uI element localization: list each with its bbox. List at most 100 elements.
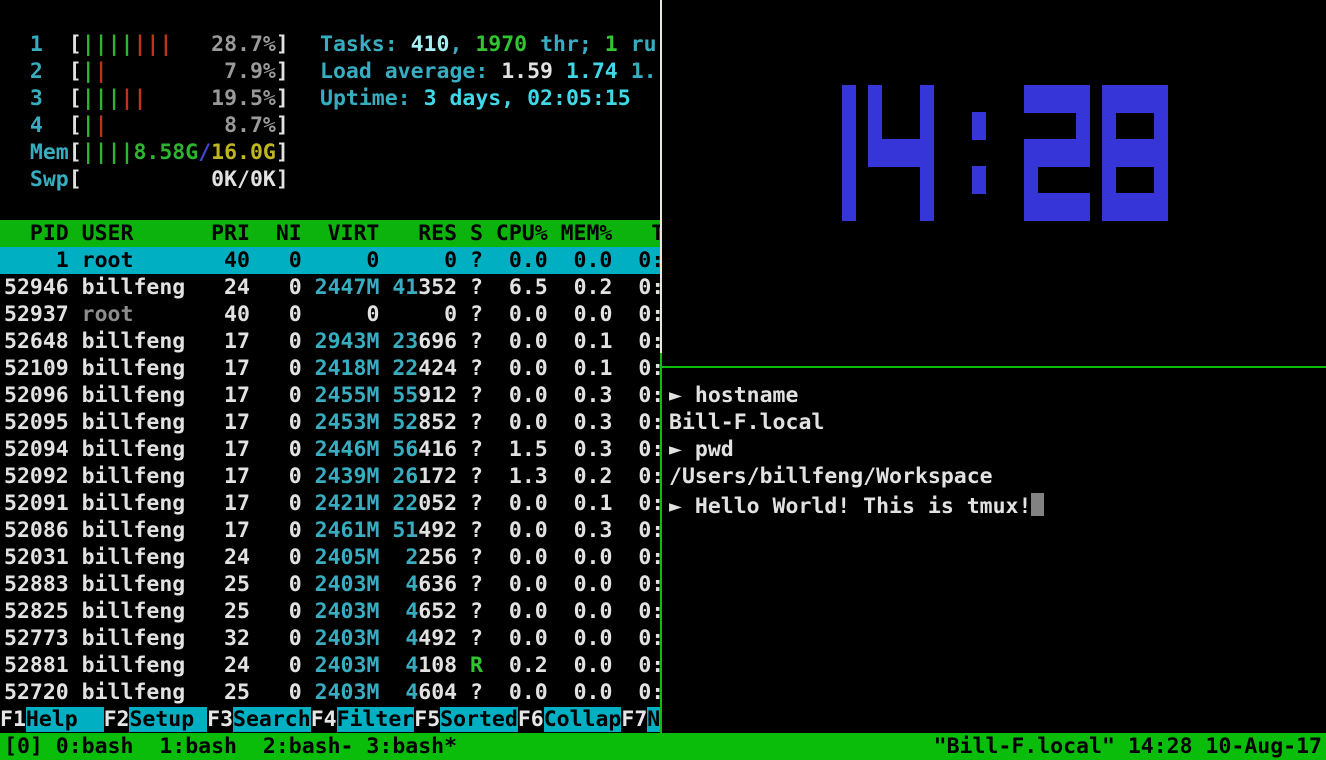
prompt-arrow-icon: ► xyxy=(669,437,695,462)
meter-3: 3 [||||| 19.5%] xyxy=(4,85,289,112)
text-segment: 52109 xyxy=(4,356,82,381)
process-row[interactable]: 52086 billfeng 17 0 2461M 51492 ? 0.0 0.… xyxy=(0,517,660,544)
process-row-selected[interactable]: 1 root 40 0 0 0 ? 0.0 0.0 0: xyxy=(0,247,660,274)
htop-function-key-bar: F1Help F2Setup F3SearchF4FilterF5SortedF… xyxy=(0,706,660,733)
process-row[interactable]: 52095 billfeng 17 0 2453M 52852 ? 0.0 0.… xyxy=(0,409,660,436)
process-row[interactable]: 52109 billfeng 17 0 2418M 22424 ? 0.0 0.… xyxy=(0,355,660,382)
text-segment: billfeng xyxy=(82,383,199,408)
process-row[interactable]: 52825 billfeng 25 0 2403M 4652 ? 0.0 0.0… xyxy=(0,598,660,625)
pane-border-vertical-active[interactable] xyxy=(660,353,662,733)
text-segment: 28.7% xyxy=(172,32,276,57)
clock-pane[interactable] xyxy=(664,0,1326,353)
text-segment: ||||8.58G xyxy=(82,140,199,165)
text-segment xyxy=(392,572,405,597)
fkey-f5[interactable]: F5 xyxy=(414,707,440,732)
process-row[interactable]: 52881 billfeng 24 0 2403M 4108 R 0.2 0.0… xyxy=(0,652,660,679)
htop-pane[interactable]: 1 [||||||| 28.7%] 2 [|| 7.9%] 3 [||||| 1… xyxy=(0,0,660,733)
text-segment: 0.0 0.3 0: xyxy=(483,383,660,408)
fkey-f2[interactable]: F2 xyxy=(104,707,130,732)
text-segment: 2455M xyxy=(315,383,380,408)
clock-cell xyxy=(1076,139,1090,167)
text-segment: billfeng xyxy=(82,599,199,624)
fkey-f1[interactable]: F1 xyxy=(0,707,26,732)
shell-text: Bill-F.local xyxy=(669,410,824,435)
fkey-f5-label[interactable]: Sorted xyxy=(440,707,518,732)
shell-text: Hello World! This is tmux! xyxy=(695,494,1032,519)
clock-cell xyxy=(1154,85,1168,113)
fkey-f3[interactable]: F3 xyxy=(207,707,233,732)
process-row[interactable]: 52720 billfeng 25 0 2403M 4604 ? 0.0 0.0… xyxy=(0,679,660,706)
text-segment: 24 0 xyxy=(198,545,315,570)
fkey-f7[interactable]: F7 xyxy=(621,707,647,732)
text-segment: | xyxy=(82,59,95,84)
text-segment: 41 xyxy=(392,275,418,300)
fkey-f7-label[interactable]: Nice - xyxy=(647,707,660,732)
process-row[interactable]: 52094 billfeng 17 0 2446M 56416 ? 1.5 0.… xyxy=(0,436,660,463)
clock-cell xyxy=(1024,193,1038,221)
text-segment: 25 0 xyxy=(198,572,315,597)
text-segment: |||| xyxy=(82,32,134,57)
text-segment: 2403M xyxy=(315,680,380,705)
clock-cell xyxy=(1063,193,1077,221)
text-segment: 1.59 xyxy=(501,59,566,84)
fkey-f4[interactable]: F4 xyxy=(311,707,337,732)
process-row[interactable]: 52773 billfeng 32 0 2403M 4492 ? 0.0 0.0… xyxy=(0,625,660,652)
process-row[interactable]: 52946 billfeng 24 0 2447M 41352 ? 6.5 0.… xyxy=(0,274,660,301)
process-row[interactable]: 52648 billfeng 17 0 2943M 23696 ? 0.0 0.… xyxy=(0,328,660,355)
process-row[interactable]: 52091 billfeng 17 0 2421M 22052 ? 0.0 0.… xyxy=(0,490,660,517)
text-segment: 416 xyxy=(418,437,470,462)
fkey-f6[interactable]: F6 xyxy=(518,707,544,732)
text-segment: ? xyxy=(470,383,483,408)
pane-border-horizontal[interactable] xyxy=(662,366,1326,368)
fkey-f1-label[interactable]: Help xyxy=(26,707,104,732)
shell-pane[interactable]: ► hostnameBill-F.local► pwd/Users/billfe… xyxy=(664,368,1326,733)
text-segment: 0K/0K xyxy=(82,167,276,192)
clock-cell xyxy=(1037,139,1051,167)
text-segment: 4 xyxy=(405,680,418,705)
clock-cell xyxy=(1141,85,1155,113)
text-segment xyxy=(392,599,405,624)
text-segment: 22 xyxy=(392,491,418,516)
fkey-f3-label[interactable]: Search xyxy=(233,707,311,732)
shell-command-line: ► pwd xyxy=(669,436,734,463)
text-segment: 912 xyxy=(418,383,470,408)
terminal-cursor[interactable] xyxy=(1031,493,1044,516)
fkey-f2-label[interactable]: Setup xyxy=(129,707,207,732)
text-segment: 3 days, 02:05:15 xyxy=(424,86,631,111)
text-segment: 0.0 0.1 0: xyxy=(483,491,660,516)
text-segment: ? xyxy=(470,491,483,516)
text-segment: 17 0 xyxy=(198,518,315,543)
process-row[interactable]: 52883 billfeng 25 0 2403M 4636 ? 0.0 0.0… xyxy=(0,571,660,598)
text-segment: ru xyxy=(618,32,657,57)
text-segment xyxy=(379,518,392,543)
shell-command-line: ► hostname xyxy=(669,382,798,409)
text-segment: 52091 xyxy=(4,491,82,516)
clock-cell xyxy=(1024,85,1038,113)
text-segment: ? xyxy=(470,518,483,543)
text-segment: 410 xyxy=(411,32,450,57)
tmux-session: 1 [||||||| 28.7%] 2 [|| 7.9%] 3 [||||| 1… xyxy=(0,0,1326,760)
text-segment: Load average: xyxy=(320,59,501,84)
text-segment: 52648 xyxy=(4,329,82,354)
fkey-f4-label[interactable]: Filter xyxy=(337,707,415,732)
process-row[interactable]: 52031 billfeng 24 0 2405M 2256 ? 0.0 0.0… xyxy=(0,544,660,571)
process-table-header[interactable]: PID USER PRI NI VIRT RES S CPU% MEM% T xyxy=(0,220,660,247)
text-segment: 32 0 xyxy=(198,626,315,651)
text-segment: 17 0 xyxy=(198,491,315,516)
window-list[interactable]: [0] 0:bash 1:bash 2:bash- 3:bash* xyxy=(4,733,457,760)
clock-cell xyxy=(972,166,986,194)
text-segment xyxy=(379,437,392,462)
text-segment: 1 xyxy=(605,32,618,57)
fkey-f6-label[interactable]: Collap xyxy=(544,707,622,732)
pane-border-vertical[interactable] xyxy=(660,0,662,353)
process-row[interactable]: 52092 billfeng 17 0 2439M 26172 ? 1.3 0.… xyxy=(0,463,660,490)
text-segment: 52720 xyxy=(4,680,82,705)
text-segment xyxy=(379,491,392,516)
text-segment xyxy=(379,545,392,570)
text-segment: 0.0 0.3 0: xyxy=(483,518,660,543)
process-row[interactable]: 52096 billfeng 17 0 2455M 55912 ? 0.0 0.… xyxy=(0,382,660,409)
text-segment: 2 xyxy=(4,59,69,84)
text-segment: 7.9% xyxy=(108,59,276,84)
process-row[interactable]: 52937 root 40 0 0 0 ? 0.0 0.0 0: xyxy=(0,301,660,328)
text-segment: 23 xyxy=(392,329,418,354)
